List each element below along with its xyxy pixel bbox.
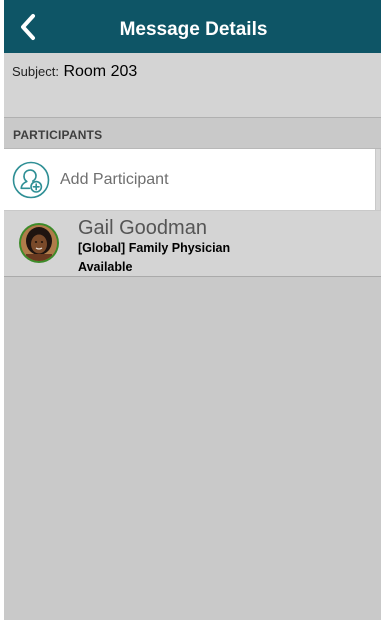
person-avatar-icon [21,225,57,261]
participants-title: PARTICIPANTS [13,128,103,142]
add-participant-label: Add Participant [60,171,169,188]
participants-section-header: PARTICIPANTS [4,118,381,149]
subject-label: Subject: [12,64,59,79]
subject-value: Room 203 [63,63,138,80]
participant-row[interactable]: Gail Goodman [Global] Family Physician A… [4,211,381,277]
scrollbar[interactable] [376,149,380,210]
participant-name: Gail Goodman [78,217,207,239]
add-participant-button[interactable]: Add Participant [4,149,375,210]
add-person-icon [12,161,50,199]
avatar [19,223,59,263]
subject-row: Subject: Room 203 [12,63,137,81]
participant-role: [Global] Family Physician [78,241,231,255]
page-title: Message Details [119,19,268,40]
header-bar: Message Details [4,0,381,53]
subject-section: Subject: Room 203 [4,53,381,118]
participant-status: Available [78,260,133,274]
message-details-screen: Message Details Subject: Room 203 PARTIC… [4,0,381,620]
